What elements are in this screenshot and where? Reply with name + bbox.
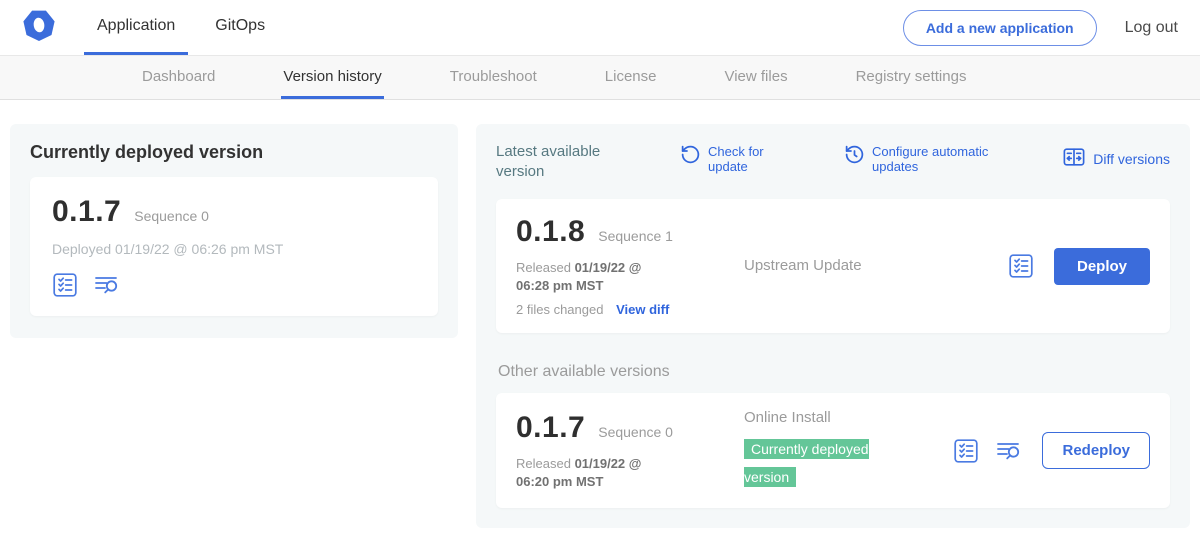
latest-released-timestamp: Released 01/19/22 @ 06:28 pm MST xyxy=(516,259,678,294)
topnav-right: Add a new application Log out xyxy=(903,0,1200,55)
other-version-number: 0.1.7 xyxy=(516,411,585,445)
tab-application[interactable]: Application xyxy=(84,0,188,55)
diff-versions-label: Diff versions xyxy=(1093,151,1170,168)
release-source-label: Upstream Update xyxy=(744,257,862,274)
top-tabs: Application GitOps xyxy=(84,0,278,55)
tab-gitops-label: GitOps xyxy=(215,17,265,35)
release-checklist-icon[interactable] xyxy=(953,438,979,464)
subnav-tab-version-history[interactable]: Version history xyxy=(281,56,383,99)
latest-release-card: 0.1.8 Sequence 1 Released 01/19/22 @ 06:… xyxy=(496,199,1170,333)
currently-deployed-title: Currently deployed version xyxy=(30,142,438,163)
other-available-versions-heading: Other available versions xyxy=(498,363,1170,381)
release-checklist-icon[interactable] xyxy=(1008,253,1034,279)
view-diff-link[interactable]: View diff xyxy=(616,302,669,317)
files-changed-count: 2 files changed xyxy=(516,302,603,317)
app-sub-navigation: Dashboard Version history Troubleshoot L… xyxy=(0,56,1200,100)
deploy-button[interactable]: Deploy xyxy=(1054,248,1150,285)
available-versions-panel: Latest available version Check for updat… xyxy=(476,124,1190,528)
configure-automatic-updates-label: Configure automatic updates xyxy=(872,144,1002,175)
files-changed-row: 2 files changed View diff xyxy=(516,302,744,317)
redeploy-button[interactable]: Redeploy xyxy=(1042,432,1150,469)
currently-deployed-panel: Currently deployed version 0.1.7 Sequenc… xyxy=(10,124,458,338)
configure-automatic-updates-button[interactable]: Configure automatic updates xyxy=(844,144,1002,175)
other-sequence-label: Sequence 0 xyxy=(598,424,673,440)
view-logs-icon[interactable] xyxy=(995,438,1022,464)
subnav-tab-license[interactable]: License xyxy=(603,56,659,99)
deployed-sequence-label: Sequence 0 xyxy=(134,208,209,224)
version-row: 0.1.7 Sequence 0 xyxy=(52,195,416,229)
other-release-card: 0.1.7 Sequence 0 Released 01/19/22 @ 06:… xyxy=(496,393,1170,508)
release-source-label: Online Install xyxy=(744,409,831,426)
deployed-version-number: 0.1.7 xyxy=(52,195,121,229)
latest-version-number: 0.1.8 xyxy=(516,215,585,249)
version-row: 0.1.7 Sequence 0 xyxy=(516,411,744,445)
add-a-new-application-button[interactable]: Add a new application xyxy=(903,10,1097,46)
available-versions-header: Latest available version Check for updat… xyxy=(496,142,1170,181)
deployed-actions xyxy=(52,272,416,298)
clock-refresh-icon xyxy=(844,144,865,168)
latest-release-source: Upstream Update xyxy=(744,257,904,275)
latest-sequence-label: Sequence 1 xyxy=(598,228,673,244)
tab-gitops[interactable]: GitOps xyxy=(202,0,278,55)
version-row: 0.1.8 Sequence 1 xyxy=(516,215,744,249)
latest-available-version-label: Latest available version xyxy=(496,142,646,181)
released-prefix: Released xyxy=(516,260,571,275)
badge-wrap: Currently deployed version xyxy=(744,436,896,492)
tab-application-label: Application xyxy=(97,17,175,35)
other-release-info: 0.1.7 Sequence 0 Released 01/19/22 @ 06:… xyxy=(516,411,744,490)
logout-link[interactable]: Log out xyxy=(1125,19,1178,37)
app-logo-heptagon-icon xyxy=(22,8,56,47)
subnav-tab-troubleshoot[interactable]: Troubleshoot xyxy=(448,56,539,99)
other-release-actions xyxy=(953,438,1022,464)
other-released-timestamp: Released 01/19/22 @ 06:20 pm MST xyxy=(516,455,678,490)
check-for-update-label: Check for update xyxy=(708,144,778,175)
subnav-tab-registry-settings[interactable]: Registry settings xyxy=(854,56,969,99)
top-navigation: Application GitOps Add a new application… xyxy=(0,0,1200,56)
diff-versions-button[interactable]: Diff versions xyxy=(1062,146,1170,172)
other-release-source: Online Install Currently deployed versio… xyxy=(744,409,904,492)
release-checklist-icon[interactable] xyxy=(52,272,78,298)
view-logs-icon[interactable] xyxy=(93,272,120,298)
subnav-tab-dashboard[interactable]: Dashboard xyxy=(140,56,217,99)
currently-deployed-card: 0.1.7 Sequence 0 Deployed 01/19/22 @ 06:… xyxy=(30,177,438,316)
currently-deployed-badge: Currently deployed version xyxy=(744,439,869,487)
released-prefix: Released xyxy=(516,456,571,471)
version-history-content: Currently deployed version 0.1.7 Sequenc… xyxy=(0,100,1200,528)
subnav-tab-view-files[interactable]: View files xyxy=(722,56,789,99)
latest-release-info: 0.1.8 Sequence 1 Released 01/19/22 @ 06:… xyxy=(516,215,744,317)
refresh-arrow-icon xyxy=(680,144,701,168)
diff-table-icon xyxy=(1062,146,1086,172)
deployed-timestamp: Deployed 01/19/22 @ 06:26 pm MST xyxy=(52,241,416,257)
check-for-update-button[interactable]: Check for update xyxy=(680,144,778,175)
app-logo[interactable] xyxy=(0,0,56,55)
